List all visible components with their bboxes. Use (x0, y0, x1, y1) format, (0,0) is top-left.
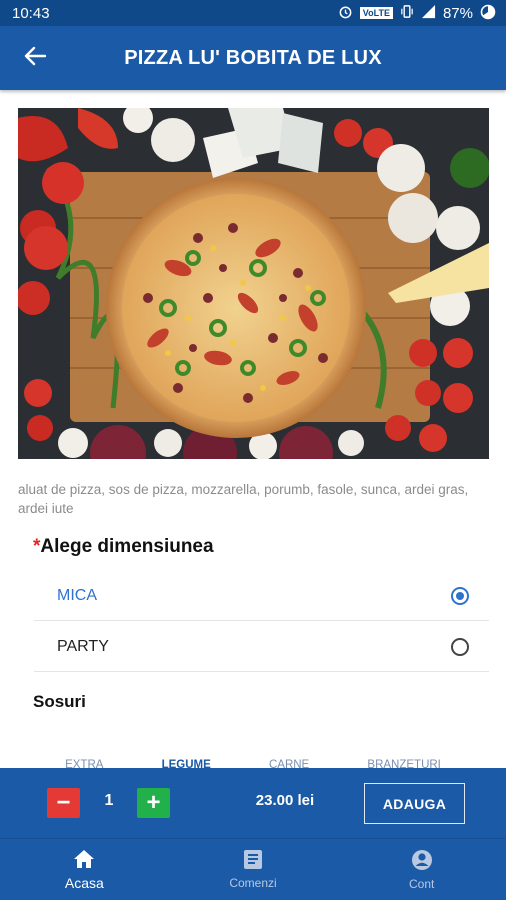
cart-bar: − 1 + 23.00 lei ADAUGA (0, 768, 506, 838)
sauces-title: Sosuri (33, 692, 86, 711)
app-bar: PIZZA LU' BOBITA DE LUX (0, 26, 506, 90)
nav-item-label: Comenzi (229, 876, 277, 890)
size-option-mica[interactable]: MICA (34, 571, 489, 621)
battery-level: 87% (442, 4, 473, 22)
status-bar: 10:43 VoLTE 87% (0, 0, 506, 26)
size-option-label: PARTY (57, 637, 109, 655)
account-icon (411, 849, 433, 877)
decrease-quantity-button[interactable]: − (47, 788, 80, 818)
product-image (18, 108, 489, 459)
size-option-label: MICA (57, 586, 97, 604)
nav-item-comenzi[interactable]: Comenzi (169, 839, 338, 900)
nav-item-acasa[interactable]: Acasa (0, 839, 169, 900)
product-description: aluat de pizza, sos de pizza, mozzarella… (18, 482, 469, 516)
quantity-value: 1 (104, 792, 114, 809)
nav-item-label: Cont (409, 876, 435, 891)
size-section-label: Alege dimensiunea (40, 536, 214, 557)
arrow-back-icon (24, 46, 47, 71)
bottom-navigation: Acasa Comenzi Cont (0, 838, 506, 900)
orders-icon (243, 849, 263, 876)
page-title: PIZZA LU' BOBITA DE LUX (124, 46, 382, 69)
increase-quantity-button[interactable]: + (137, 788, 170, 818)
total-price: 23.00 lei (255, 792, 315, 809)
size-option-party[interactable]: PARTY (34, 622, 489, 672)
nav-item-cont[interactable]: Cont (337, 839, 506, 900)
signal-icon (421, 4, 436, 22)
add-to-cart-button[interactable]: ADAUGA (364, 783, 465, 824)
back-button[interactable] (0, 26, 70, 90)
size-section-title: *Alege dimensiunea (33, 536, 214, 558)
nav-item-label: Acasa (64, 874, 104, 891)
status-icons: VoLTE 87% (338, 4, 496, 23)
volte-badge: VoLTE (359, 7, 393, 19)
alarm-icon (338, 4, 353, 22)
radio-unselected[interactable] (451, 638, 469, 656)
home-icon (73, 849, 95, 875)
vibrate-icon (400, 4, 414, 22)
battery-icon (480, 4, 496, 23)
status-time: 10:43 (12, 4, 50, 22)
radio-selected[interactable] (451, 587, 469, 605)
